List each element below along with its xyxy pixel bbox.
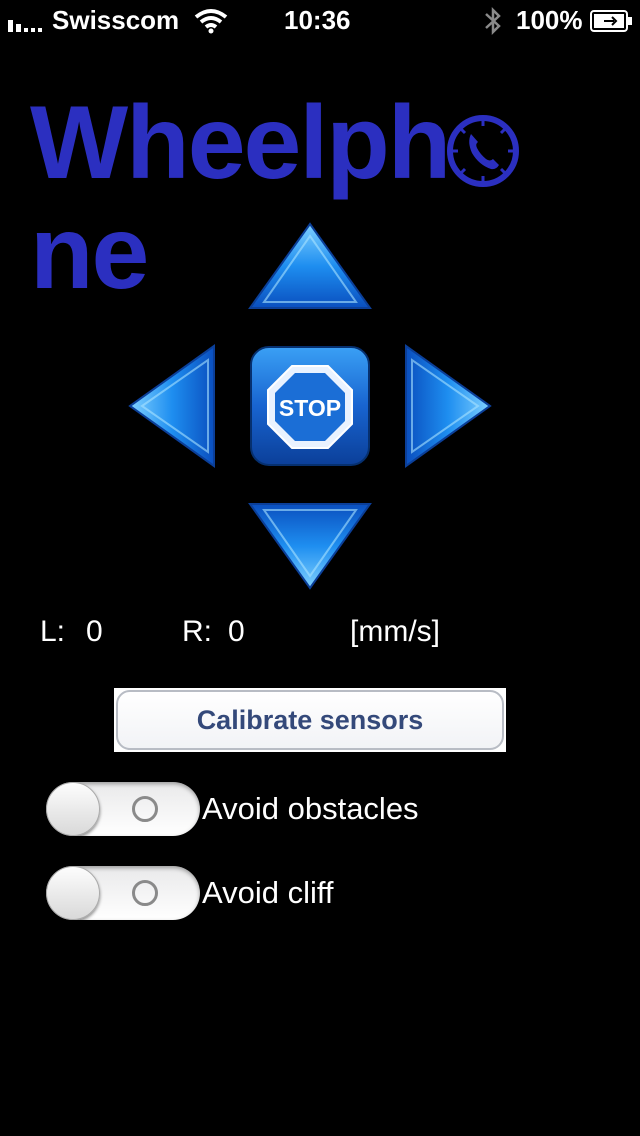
stop-label: STOP xyxy=(279,395,341,421)
bluetooth-icon xyxy=(485,6,501,36)
right-speed-label: R: xyxy=(182,615,212,648)
logo-text-start: Wheelph xyxy=(30,85,451,201)
backward-button[interactable] xyxy=(248,500,372,590)
logo-text-end: ne xyxy=(30,195,149,311)
left-speed-label: L: xyxy=(40,615,66,648)
battery-percent: 100% xyxy=(516,5,583,35)
forward-button[interactable] xyxy=(248,222,372,312)
status-time: 10:36 xyxy=(284,5,351,35)
avoid-cliff-label: Avoid cliff xyxy=(202,875,334,910)
left-speed-value: 0 xyxy=(86,615,103,648)
avoid-obstacles-toggle[interactable] xyxy=(46,782,200,836)
toggle-knob xyxy=(46,866,100,920)
speed-unit: [mm/s] xyxy=(350,615,440,648)
avoid-cliff-toggle[interactable] xyxy=(46,866,200,920)
wheelphone-logo: Wheelphne xyxy=(30,85,610,308)
toggle-knob xyxy=(46,782,100,836)
carrier-name: Swisscom xyxy=(52,5,180,35)
toggle-off-indicator xyxy=(132,796,158,822)
toggle-off-indicator xyxy=(132,880,158,906)
stop-button[interactable]: STOP xyxy=(250,346,370,466)
battery-icon xyxy=(590,10,632,32)
left-button[interactable] xyxy=(128,344,218,468)
right-speed-value: 0 xyxy=(228,615,245,648)
avoid-obstacles-label: Avoid obstacles xyxy=(202,791,419,826)
calibrate-sensors-button[interactable]: Calibrate sensors xyxy=(114,688,506,752)
status-bar: Swisscom 10:36 100% xyxy=(0,0,640,40)
right-button[interactable] xyxy=(402,344,492,468)
phone-clock-icon xyxy=(447,115,519,187)
signal-icon xyxy=(8,20,42,32)
calibrate-sensors-label: Calibrate sensors xyxy=(116,690,504,750)
wifi-icon xyxy=(194,9,228,34)
